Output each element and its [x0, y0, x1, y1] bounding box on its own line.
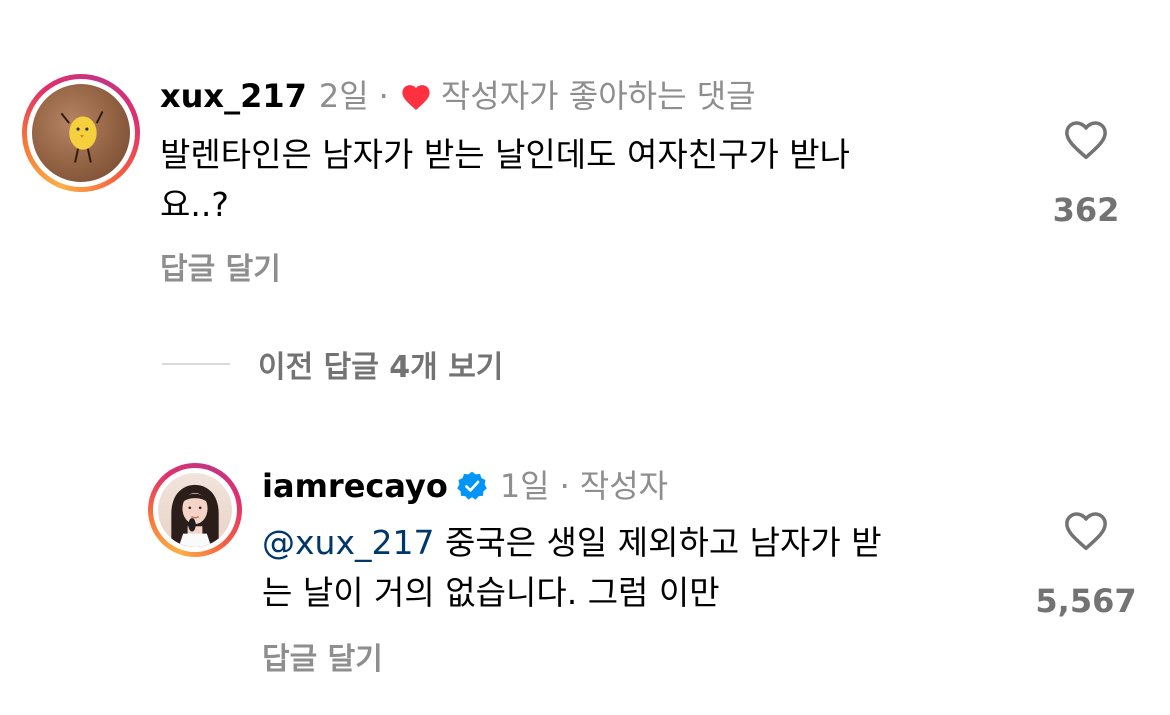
comment-timestamp: 2일	[318, 77, 369, 115]
heart-outline-icon[interactable]	[1061, 506, 1111, 552]
reply-text-fragment: 중국은 생일 제외하고 남자가 받	[444, 523, 882, 562]
replies-divider-line	[162, 363, 230, 365]
mention-link[interactable]: @xux_217	[262, 523, 434, 562]
reply-like-count: 5,567	[1035, 582, 1137, 620]
reply-button[interactable]: 답글 달기	[160, 251, 281, 289]
person-photo-image	[171, 484, 219, 547]
reply-timestamp: 1일	[499, 467, 550, 505]
heart-outline-icon[interactable]	[1061, 115, 1111, 161]
liked-by-author-label: 작성자가 좋아하는 댓글	[440, 77, 756, 115]
reply-text-line: @xux_217 중국은 생일 제외하고 남자가 받	[262, 518, 882, 568]
meta-separator: ·	[378, 77, 389, 115]
comment-username[interactable]: xux_217	[160, 76, 307, 116]
author-badge-label: 작성자	[579, 467, 669, 505]
comment-like-column: 362	[1026, 115, 1146, 229]
reply-text: @xux_217 중국은 생일 제외하고 남자가 받 는 날이 거의 없습니다.…	[262, 518, 882, 618]
reply-text-line: 는 날이 거의 없습니다. 그럼 이만	[262, 573, 720, 612]
comment-text-line: 요..?	[160, 185, 229, 224]
comment-like-count: 362	[1052, 191, 1120, 229]
reply-button[interactable]: 답글 달기	[262, 641, 383, 679]
comment-header: xux_217 2일 · 작성자가 좋아하는 댓글	[160, 76, 756, 116]
comments-section: xux_217 2일 · 작성자가 좋아하는 댓글 발렌타인은 남자가 받는 날…	[0, 0, 1170, 715]
avatar-iamrecayo[interactable]	[148, 463, 242, 557]
chick-doll-image	[60, 111, 104, 163]
view-previous-replies-label: 이전 답글 4개 보기	[258, 350, 504, 385]
heart-filled-icon	[402, 85, 430, 111]
reply-like-column: 5,567	[1026, 506, 1146, 620]
reply-username[interactable]: iamrecayo	[262, 466, 448, 506]
meta-separator: ·	[559, 467, 570, 505]
avatar-xux-217[interactable]	[22, 74, 140, 192]
view-previous-replies-button[interactable]: 이전 답글 4개 보기	[162, 342, 503, 386]
verified-badge-icon	[457, 471, 487, 500]
reply-header: iamrecayo 1일 · 작성자	[262, 466, 668, 506]
comment-text-line: 발렌타인은 남자가 받는 날인데도 여자친구가 받나	[160, 135, 851, 174]
comment-text: 발렌타인은 남자가 받는 날인데도 여자친구가 받나 요..?	[160, 130, 850, 230]
